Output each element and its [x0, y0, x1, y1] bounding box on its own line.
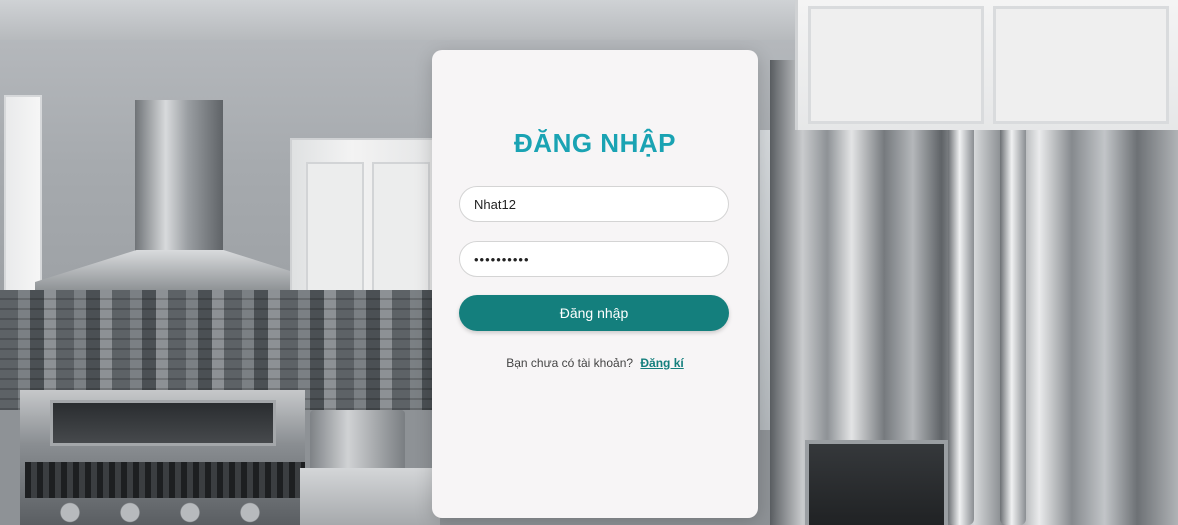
- signup-prompt-line: Bạn chưa có tài khoản? Đăng kí: [432, 356, 758, 370]
- bg-range-hood-chimney: [135, 100, 223, 260]
- bg-oven-window: [50, 400, 276, 446]
- login-page: ĐĂNG NHẬP Đăng nhập Bạn chưa có tài khoả…: [0, 0, 1178, 525]
- bg-pots: [310, 410, 405, 470]
- login-card: ĐĂNG NHẬP Đăng nhập Bạn chưa có tài khoả…: [432, 50, 758, 518]
- signup-prompt-text: Bạn chưa có tài khoản?: [506, 356, 634, 370]
- bg-cabinet-upper-right: [795, 0, 1178, 130]
- bg-fridge-handle: [948, 90, 974, 525]
- password-input[interactable]: [459, 241, 729, 277]
- login-button[interactable]: Đăng nhập: [459, 295, 729, 331]
- bg-counter: [300, 468, 440, 525]
- bg-cabinet-door: [993, 6, 1169, 124]
- username-input[interactable]: [459, 186, 729, 222]
- bg-cabinet-door: [808, 6, 984, 124]
- bg-fridge-handle: [1000, 90, 1026, 525]
- bg-fridge-dispenser: [805, 440, 948, 525]
- signup-link[interactable]: Đăng kí: [640, 356, 683, 370]
- bg-ceiling: [0, 0, 820, 40]
- login-title: ĐĂNG NHẬP: [514, 128, 676, 158]
- bg-stove-grate: [25, 462, 305, 498]
- bg-stove-knobs: [40, 500, 340, 525]
